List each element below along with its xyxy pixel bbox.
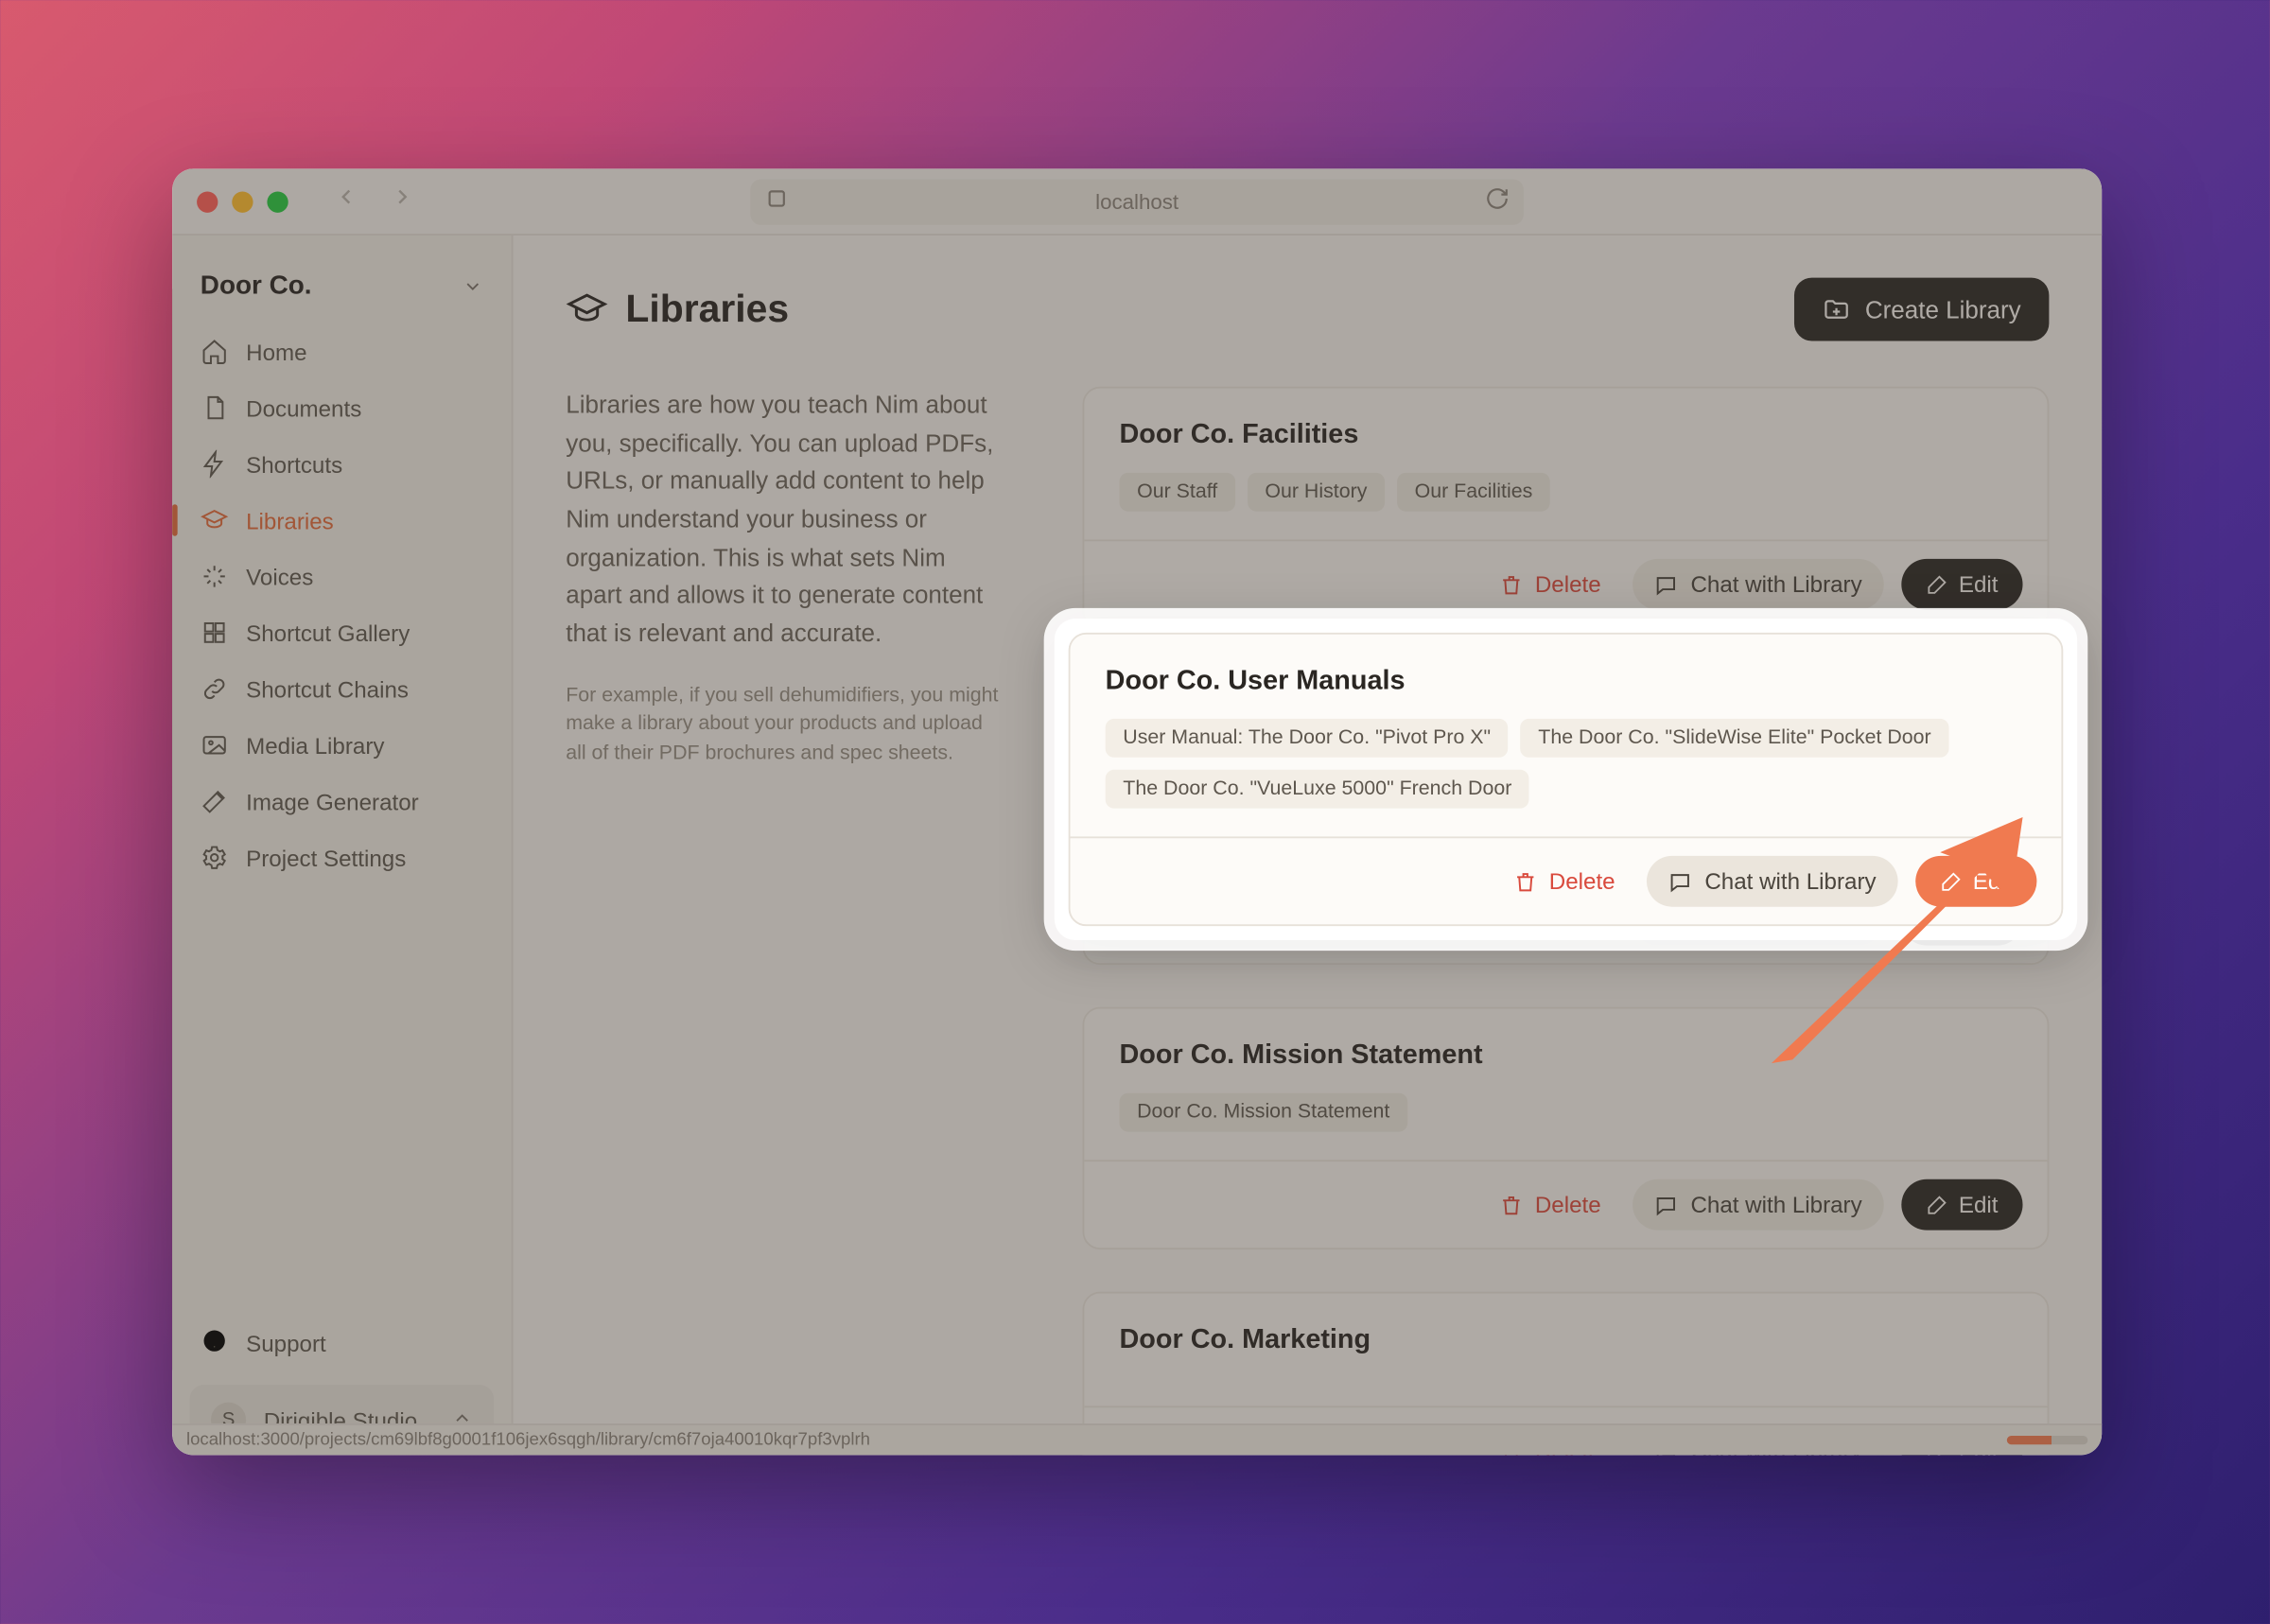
project-selector[interactable]: Door Co.	[172, 253, 512, 325]
delete-button[interactable]: Delete	[1486, 1181, 1615, 1229]
sidebar-nav: Home Documents Shortcuts Libraries Voices Sho…	[172, 325, 512, 884]
chat-with-library-button[interactable]: Chat with Library	[1633, 559, 1883, 610]
edit-button[interactable]: Edit	[1914, 856, 2036, 907]
sidebar-item-label: Libraries	[246, 507, 334, 533]
home-icon	[201, 338, 229, 366]
library-title: Door Co. Marketing	[1120, 1325, 2013, 1356]
project-name: Door Co.	[201, 271, 312, 301]
library-tag: The Door Co. "SlideWise Elite" Pocket Do…	[1521, 719, 1949, 758]
card-actions: Delete Chat with Library Edit	[1071, 836, 2062, 924]
sidebar-item-documents[interactable]: Documents	[172, 381, 512, 434]
delete-button[interactable]: Delete	[1500, 858, 1630, 905]
sidebar-item-label: Documents	[246, 394, 361, 421]
back-button[interactable]	[334, 184, 358, 218]
library-card: Door Co. Mission Statement Door Co. Missi…	[1083, 1007, 2050, 1249]
help-icon	[201, 1327, 229, 1360]
sparkle-icon	[201, 563, 229, 591]
card-actions: Delete Chat with Library Edit	[1084, 1160, 2047, 1248]
delete-button[interactable]: Delete	[1486, 561, 1615, 608]
page-intro: Libraries are how you teach Nim about yo…	[566, 387, 1005, 770]
sidebar-item-label: Shortcut Chains	[246, 675, 409, 702]
grad-cap-icon	[201, 506, 229, 534]
chat-icon	[1653, 1193, 1678, 1217]
library-tag: Our History	[1248, 473, 1385, 512]
trash-icon	[1500, 1193, 1525, 1217]
library-tag: Our Facilities	[1397, 473, 1550, 512]
library-tag: User Manual: The Door Co. "Pivot Pro X"	[1106, 719, 1509, 758]
trash-icon	[1514, 869, 1539, 894]
library-title: Door Co. Facilities	[1120, 420, 2013, 451]
trash-icon	[1500, 572, 1525, 597]
support-link[interactable]: Support	[172, 1313, 512, 1374]
support-label: Support	[246, 1331, 326, 1357]
sidebar: Door Co. Home Documents Shortcuts Libraries…	[172, 236, 513, 1455]
intro-example: For example, if you sell dehumidifiers, …	[566, 682, 1005, 770]
edit-button[interactable]: Edit	[1901, 559, 2023, 610]
folder-plus-icon	[1823, 295, 1851, 323]
library-card: Door Co. Facilities Our Staff Our History O…	[1083, 387, 2050, 629]
pencil-icon	[1939, 870, 1962, 893]
refresh-icon[interactable]	[1485, 186, 1510, 217]
pencil-icon	[1926, 573, 1948, 596]
grad-cap-icon	[566, 288, 608, 331]
edit-button[interactable]: Edit	[1901, 1179, 2023, 1231]
library-card: Door Co. User Manuals User Manual: The Do…	[1069, 633, 2064, 926]
close-window-icon[interactable]	[197, 191, 218, 212]
sidebar-item-label: Voices	[246, 563, 313, 589]
wand-icon	[201, 787, 229, 815]
chat-with-library-button[interactable]: Chat with Library	[1633, 1179, 1883, 1231]
sidebar-item-shortcut-chains[interactable]: Shortcut Chains	[172, 662, 512, 715]
document-icon	[201, 393, 229, 422]
sidebar-item-shortcuts[interactable]: Shortcuts	[172, 438, 512, 491]
highlighted-card-wrapper: Door Co. User Manuals User Manual: The Do…	[1055, 619, 2077, 940]
sidebar-item-shortcut-gallery[interactable]: Shortcut Gallery	[172, 606, 512, 659]
library-title: Door Co. User Manuals	[1106, 666, 2027, 697]
pencil-icon	[1926, 1194, 1948, 1216]
sidebar-item-label: Shortcut Gallery	[246, 620, 410, 646]
status-bar: localhost:3000/projects/cm69lbf8g0001f10…	[172, 1423, 2102, 1455]
library-tag: The Door Co. "VueLuxe 5000" French Door	[1106, 770, 1529, 809]
window-controls	[197, 191, 288, 212]
card-actions: Delete Chat with Library Edit	[1084, 539, 2047, 627]
sidebar-item-voices[interactable]: Voices	[172, 550, 512, 603]
sidebar-item-label: Shortcuts	[246, 451, 342, 478]
sidebar-item-home[interactable]: Home	[172, 325, 512, 378]
sidebar-item-project-settings[interactable]: Project Settings	[172, 831, 512, 884]
chevron-down-icon	[463, 275, 483, 296]
address-text: localhost	[1095, 189, 1179, 214]
gear-icon	[201, 844, 229, 872]
bolt-icon	[201, 450, 229, 479]
sidebar-item-label: Image Generator	[246, 788, 419, 814]
minimize-window-icon[interactable]	[232, 191, 253, 212]
sidebar-item-libraries[interactable]: Libraries	[172, 494, 512, 547]
titlebar: localhost	[172, 168, 2102, 236]
address-bar[interactable]: localhost	[750, 179, 1524, 224]
chat-icon	[1668, 869, 1692, 894]
sidebar-item-media-library[interactable]: Media Library	[172, 719, 512, 772]
grid-icon	[201, 619, 229, 647]
library-tag: Door Co. Mission Statement	[1120, 1093, 1407, 1132]
chat-icon	[1653, 572, 1678, 597]
status-url: localhost:3000/projects/cm69lbf8g0001f10…	[186, 1430, 870, 1449]
sidebar-item-label: Project Settings	[246, 845, 406, 871]
create-library-button[interactable]: Create Library	[1795, 278, 2050, 341]
progress-indicator	[2007, 1436, 2087, 1444]
sidebar-item-label: Home	[246, 339, 306, 365]
library-title: Door Co. Mission Statement	[1120, 1040, 2013, 1072]
chat-with-library-button[interactable]: Chat with Library	[1647, 856, 1897, 907]
image-icon	[201, 731, 229, 760]
sidebar-item-label: Media Library	[246, 732, 384, 759]
forward-button[interactable]	[390, 184, 414, 218]
library-tag: Our Staff	[1120, 473, 1235, 512]
reader-icon[interactable]	[764, 186, 789, 217]
sidebar-item-image-generator[interactable]: Image Generator	[172, 775, 512, 828]
link-icon	[201, 674, 229, 703]
maximize-window-icon[interactable]	[267, 191, 288, 212]
page-title: Libraries	[566, 287, 789, 332]
intro-text: Libraries are how you teach Nim about yo…	[566, 387, 1005, 654]
